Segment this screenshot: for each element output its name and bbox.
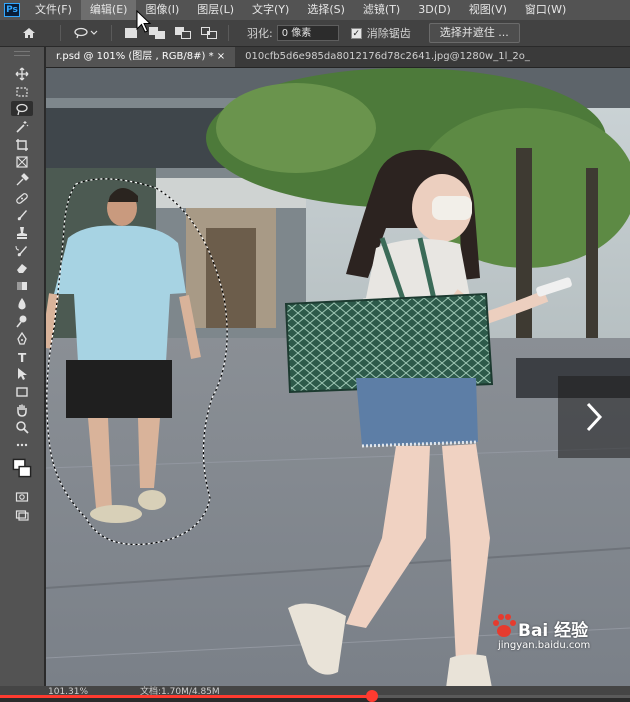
document-tab[interactable]: 010cfb5d6e985da8012176d78c2641.jpg@1280w…: [235, 47, 540, 67]
menu-item[interactable]: 图层(L): [188, 0, 243, 20]
menu-item[interactable]: 文件(F): [26, 0, 81, 20]
watermark-brand: Bai 经验: [518, 621, 589, 641]
bandage-icon: [16, 192, 28, 204]
brush-tool[interactable]: [11, 207, 33, 222]
menu-item[interactable]: 3D(D): [409, 0, 460, 20]
type-tool[interactable]: T: [11, 349, 33, 364]
rectangle-icon: [16, 386, 28, 397]
screen-mode-icon: [15, 509, 29, 521]
blur-tool[interactable]: [11, 296, 33, 311]
dodge-tool[interactable]: [11, 313, 33, 328]
path-select-tool[interactable]: [11, 366, 33, 381]
drop-icon: [18, 297, 26, 309]
document-tab-bar: r.psd @ 101% (图层 , RGB/8#) * × 010cfb5d6e…: [46, 47, 630, 68]
menu-item[interactable]: 窗口(W): [516, 0, 575, 20]
history-brush-tool[interactable]: [11, 243, 33, 258]
swatches-icon: [12, 458, 32, 478]
baidu-jingyan-watermark: Bai 经验 jingyan.baidu.com: [476, 614, 596, 658]
arrow-icon: [18, 367, 27, 380]
intersect-selection-mode-icon[interactable]: [201, 27, 217, 39]
home-icon[interactable]: [20, 24, 38, 42]
zoom-tool[interactable]: [11, 419, 33, 434]
subtract-from-selection-mode-icon[interactable]: [175, 27, 191, 39]
magnifier-icon: [16, 420, 29, 434]
svg-text:T: T: [18, 351, 27, 364]
mouse-cursor-icon: [136, 10, 152, 33]
lasso-tool[interactable]: [11, 101, 33, 116]
watermark-url: jingyan.baidu.com: [498, 640, 591, 651]
toolbar-grip[interactable]: [14, 51, 30, 56]
marquee-tool[interactable]: [11, 84, 33, 99]
eyedropper-tool[interactable]: [11, 172, 33, 187]
divider: [111, 25, 112, 41]
move-tool[interactable]: [11, 66, 33, 81]
quick-select-tool[interactable]: [11, 119, 33, 134]
hand-icon: [17, 404, 27, 417]
antialias-checkbox[interactable]: ✓: [350, 27, 362, 39]
street-photo-image: [46, 68, 630, 688]
menu-item[interactable]: 选择(S): [298, 0, 354, 20]
pen-tool[interactable]: [11, 331, 33, 346]
quick-mask[interactable]: [11, 489, 33, 504]
magic-wand-icon: [16, 120, 29, 133]
more-tools[interactable]: [11, 437, 33, 452]
status-bar: 101.31% 文档:1.70M/4.85M: [0, 686, 630, 702]
close-tab-icon[interactable]: ×: [214, 51, 225, 62]
document-tab[interactable]: r.psd @ 101% (图层 , RGB/8#) * ×: [46, 47, 236, 67]
gradient-icon: [17, 281, 27, 290]
photoshop-logo-icon[interactable]: Ps: [4, 3, 20, 17]
menu-item[interactable]: 滤镜(T): [354, 0, 409, 20]
menu-item[interactable]: 文字(Y): [243, 0, 298, 20]
quick-mask-icon: [15, 491, 29, 502]
type-icon: T: [18, 351, 27, 364]
select-and-mask-button[interactable]: 选择并遮住 ...: [428, 23, 520, 43]
frame-tool[interactable]: [11, 154, 33, 169]
healing-brush-tool[interactable]: [11, 190, 33, 205]
divider: [228, 25, 229, 41]
marquee-icon: [16, 86, 28, 97]
antialias-label: 消除锯齿: [366, 27, 411, 40]
clone-stamp-tool[interactable]: [11, 225, 33, 240]
menu-item[interactable]: 编辑(E): [80, 0, 137, 20]
pen-icon: [17, 331, 27, 345]
lasso-icon: [16, 103, 28, 115]
document-tab-label: r.psd @ 101% (图层 , RGB/8#) *: [56, 51, 214, 62]
gradient-tool[interactable]: [11, 278, 33, 293]
rectangle-tool[interactable]: [11, 384, 33, 399]
history-brush-icon: [15, 245, 27, 256]
menu-bar: Ps 文件(F) 编辑(E) 图像(I) 图层(L) 文字(Y) 选择(S) 滤镜(T) 3D…: [0, 0, 630, 20]
crop-icon: [16, 138, 28, 151]
chevron-right-icon: [586, 402, 603, 432]
eraser-tool[interactable]: [11, 260, 33, 275]
canvas-photo[interactable]: Bai 经验 jingyan.baidu.com: [46, 68, 630, 688]
menu-item[interactable]: 视图(V): [460, 0, 516, 20]
eyedropper-icon: [16, 172, 29, 185]
options-bar: 羽化: 0 像素 ✓ 消除锯齿 选择并遮住 ...: [0, 20, 630, 47]
stamp-icon: [17, 226, 27, 239]
dodge-icon: [16, 315, 27, 327]
color-swatches[interactable]: [11, 457, 33, 479]
feather-label: 羽化:: [247, 27, 273, 40]
crop-tool[interactable]: [11, 137, 33, 152]
move-icon: [15, 67, 29, 80]
screen-mode[interactable]: [11, 507, 33, 522]
next-image-button[interactable]: [558, 376, 630, 458]
ellipsis-icon: [16, 443, 28, 446]
eraser-icon: [17, 263, 27, 273]
document-tab-label: 010cfb5d6e985da8012176d78c2641.jpg@1280w…: [245, 51, 530, 62]
feather-input[interactable]: 0 像素: [276, 25, 339, 41]
brush-icon: [17, 209, 27, 220]
divider: [60, 25, 61, 41]
video-progress-knob[interactable]: [365, 690, 378, 702]
baidu-paw-icon: [493, 614, 516, 637]
hand-tool[interactable]: [11, 402, 33, 417]
lasso-preset-icon[interactable]: [71, 24, 101, 42]
tools-panel: T: [0, 47, 45, 688]
frame-icon: [16, 155, 28, 168]
